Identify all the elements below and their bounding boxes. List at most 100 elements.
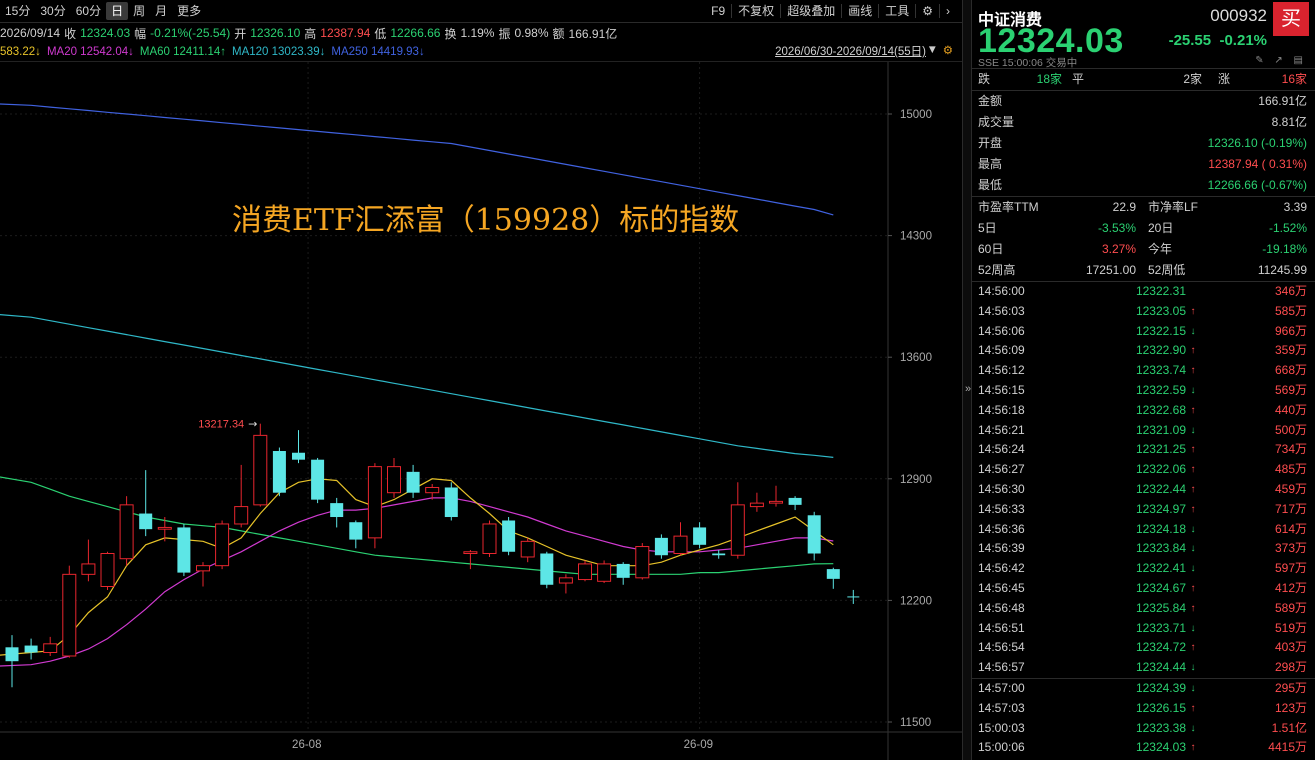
tick-price: 12322.41 <box>1135 561 1186 576</box>
tick-time: 15:00:03 <box>978 720 1025 735</box>
candle-body-up <box>463 551 478 554</box>
tick-row: 14:56:21 12321.09 ↓ 500万 <box>972 421 1315 441</box>
quote-row: 最高 12387.94 ( 0.31%) <box>972 154 1315 175</box>
candle-body-up <box>215 523 230 567</box>
buy-button[interactable]: 买 <box>1273 2 1309 36</box>
flat-count: 2家 <box>1183 72 1202 86</box>
arrow-up-icon: ↑ <box>1190 345 1196 357</box>
period-tab[interactable]: 30分 <box>35 2 70 20</box>
amp-label: 幅 <box>134 26 147 41</box>
period-tab[interactable]: 60分 <box>71 2 106 20</box>
tool-button[interactable]: 工具 <box>878 4 915 18</box>
settings-icon[interactable]: ⚙ <box>943 43 953 57</box>
tick-row: 15:00:06 12324.03 ↑ 4415万 <box>972 738 1315 758</box>
tick-volume: 123万 <box>1274 700 1307 715</box>
blank-icon <box>1186 282 1200 302</box>
candle-body-up <box>730 504 745 556</box>
amp-value: -0.21%(-25.54) <box>150 26 231 40</box>
quote-row-label: 最低 <box>978 178 1003 192</box>
tick-row: 14:56:24 12321.25 ↑ 734万 <box>972 440 1315 460</box>
ma60-value: MA60 12411.14↑ <box>139 46 226 58</box>
quote-row-value: 12387.94 ( 0.31%) <box>1208 157 1307 171</box>
tool-button[interactable]: 不复权 <box>731 4 780 18</box>
candle-body-down <box>272 451 286 493</box>
swing-value: 0.98% <box>514 26 549 40</box>
tick-volume: 298万 <box>1274 660 1307 675</box>
panel-divider[interactable] <box>962 0 972 760</box>
tick-time: 14:56:33 <box>978 501 1025 516</box>
stat-value: -19.18% <box>1262 242 1307 256</box>
period-toolbar: 15分 30分 60分日周月更多 F9 不复权 超级叠加 画线 工具 ⚙ › <box>0 0 962 23</box>
period-tab[interactable]: 月 <box>150 2 172 20</box>
tick-row: 14:56:15 12322.59 ↓ 569万 <box>972 381 1315 401</box>
period-tab[interactable]: 更多 <box>172 2 206 20</box>
tick-volume: 597万 <box>1274 561 1307 576</box>
candle-body-down <box>177 527 191 573</box>
tick-row: 14:56:12 12323.74 ↑ 668万 <box>972 361 1315 381</box>
y-tick-label: 12200 <box>900 595 932 607</box>
dropdown-arrow-icon[interactable]: ▼ <box>927 44 938 56</box>
arrow-down-icon: ↓ <box>1190 563 1196 575</box>
tick-price: 12324.03 <box>1135 740 1186 755</box>
tool-button[interactable]: ⚙ <box>915 4 939 18</box>
candle-body-down <box>24 645 38 653</box>
index-code: 000932 <box>1210 6 1267 25</box>
period-tab[interactable]: 周 <box>128 2 150 20</box>
tick-volume: 519万 <box>1274 620 1307 635</box>
chart-title: 消费ETF汇添富（159928）标的指数 <box>232 203 739 238</box>
candle-body-down <box>444 487 458 518</box>
period-tab[interactable]: 15分 <box>0 2 35 20</box>
tick-price: 12322.31 <box>1135 284 1186 298</box>
y-tick-label: 13600 <box>900 352 932 364</box>
quote-row-value: 12326.10 (-0.19%) <box>1207 136 1307 150</box>
tick-volume: 440万 <box>1274 402 1307 417</box>
period-tab[interactable]: 日 <box>106 2 129 20</box>
candlestick-chart[interactable]: 15000 14300 13600 12900 12200 11500 26-08 26-09… <box>0 62 962 760</box>
tool-button[interactable]: 画线 <box>841 4 878 18</box>
max-arrow-icon: → <box>248 418 257 431</box>
tick-price: 12323.71 <box>1135 620 1186 635</box>
tick-row: 14:56:09 12322.90 ↑ 359万 <box>972 341 1315 361</box>
tool-button[interactable]: F9 <box>705 4 731 18</box>
arrow-up-icon: ↑ <box>1190 365 1196 377</box>
tick-volume: 412万 <box>1274 580 1307 595</box>
stat-label: 20日 <box>1148 221 1174 235</box>
tool-button[interactable]: › <box>939 4 956 18</box>
open-label: 开 <box>234 26 247 41</box>
tick-time: 14:56:09 <box>978 343 1025 358</box>
panel-action-icons[interactable]: ✎ ↗ ▤ <box>1255 55 1307 66</box>
tick-time: 14:57:00 <box>978 680 1025 695</box>
collapse-arrow-icon[interactable]: » <box>965 383 971 395</box>
tick-row: 14:57:00 12324.39 ↓ 295万 <box>972 677 1315 699</box>
tick-list[interactable]: 14:56:00 12322.31 346万 14:56:03 12323.05 ↑ 585… <box>972 281 1315 758</box>
candle-body-down <box>406 471 420 493</box>
tick-price: 12323.74 <box>1135 363 1186 378</box>
stat-value: 17251.00 <box>1085 263 1136 277</box>
tick-price: 12322.15 <box>1135 323 1186 338</box>
tick-volume: 500万 <box>1274 422 1307 437</box>
tick-row: 14:56:33 12324.97 ↑ 717万 <box>972 500 1315 520</box>
arrow-down-icon: ↓ <box>1190 325 1196 337</box>
candle-body-up <box>253 434 268 506</box>
tool-button[interactable]: 超级叠加 <box>780 4 841 18</box>
candle-body-up <box>62 573 77 657</box>
stat-label: 市净率LF <box>1148 200 1199 214</box>
date-range-selector[interactable]: 2026/06/30-2026/09/14(55日) <box>775 43 926 59</box>
tick-price: 12324.72 <box>1135 640 1186 655</box>
y-tick-label: 11500 <box>900 717 931 729</box>
tick-price: 12324.67 <box>1135 580 1186 595</box>
tick-time: 15:00:06 <box>978 740 1025 755</box>
close-label: 收 <box>64 26 77 41</box>
candle-body-down <box>330 503 344 518</box>
tick-row: 14:57:03 12326.15 ↑ 123万 <box>972 699 1315 719</box>
stat-value: 11245.99 <box>1257 263 1307 277</box>
stat-value: -3.53% <box>1097 221 1136 235</box>
tick-volume: 589万 <box>1274 600 1307 615</box>
stat-label: 市盈率TTM <box>978 200 1039 214</box>
down-label: 跌 <box>978 72 991 86</box>
tick-row: 14:56:06 12322.15 ↓ 966万 <box>972 322 1315 342</box>
ma120-value: MA120 13023.39↓ <box>232 46 326 58</box>
tick-row: 14:56:54 12324.72 ↑ 403万 <box>972 638 1315 658</box>
flat-label: 平 <box>1072 72 1085 86</box>
arrow-up-icon: ↑ <box>1190 642 1196 654</box>
